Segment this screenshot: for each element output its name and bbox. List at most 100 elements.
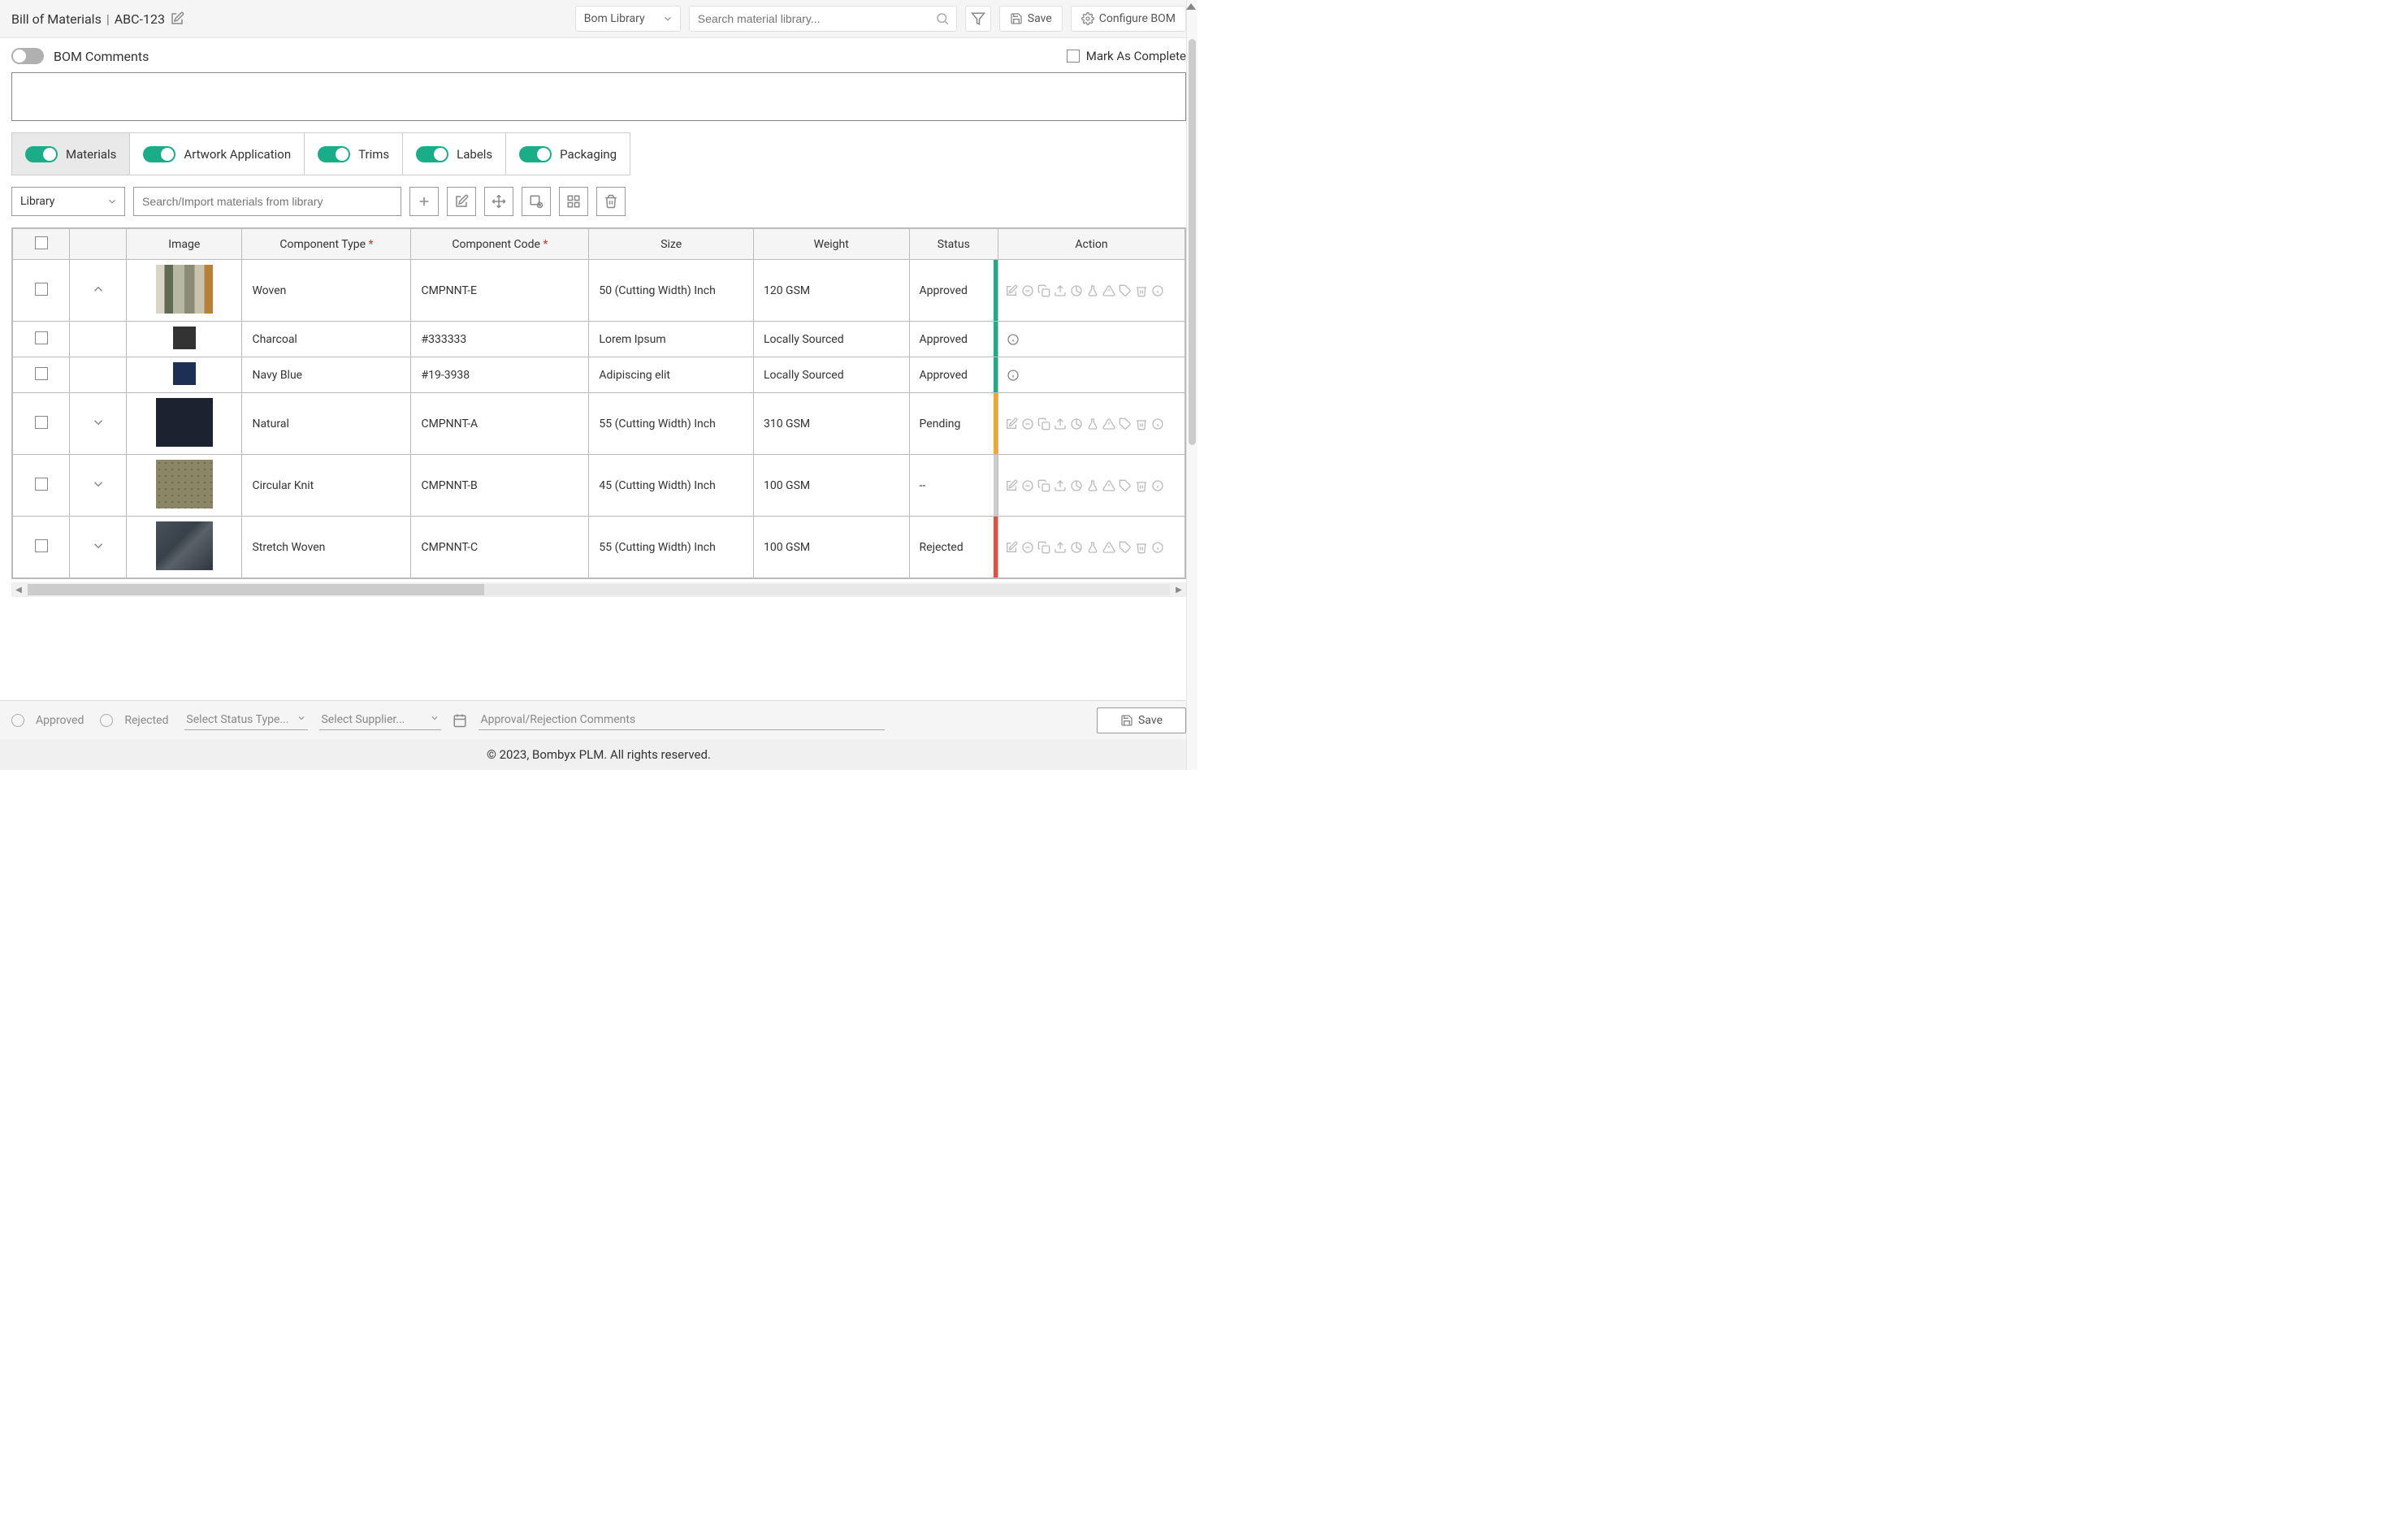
status-type-select[interactable]: Select Status Type... [184,710,308,730]
flask-icon[interactable] [1086,284,1099,297]
edit-row-button[interactable] [447,187,476,216]
edit-icon[interactable] [1005,541,1018,554]
chart-icon[interactable] [1070,541,1083,554]
tab-trims-toggle[interactable] [318,146,350,162]
edit-title-icon[interactable] [170,11,184,26]
tag-icon[interactable] [1119,479,1132,492]
copy-icon[interactable] [1037,417,1050,430]
warning-icon[interactable] [1102,541,1115,554]
flask-icon[interactable] [1086,417,1099,430]
upload-icon[interactable] [1054,479,1067,492]
info-icon[interactable] [1151,541,1164,554]
mark-complete-checkbox[interactable] [1067,50,1080,63]
info-icon[interactable] [1007,333,1185,346]
tab-artwork-application[interactable]: Artwork Application [130,133,305,175]
select-all-checkbox[interactable] [35,236,48,249]
info-icon[interactable] [1151,284,1164,297]
warning-icon[interactable] [1102,284,1115,297]
tab-materials-toggle[interactable] [25,146,58,162]
tag-icon[interactable] [1119,541,1132,554]
row-checkbox[interactable] [35,478,48,491]
tab-labels[interactable]: Labels [403,133,506,175]
remove-icon[interactable] [1021,284,1034,297]
material-thumbnail [156,521,213,570]
delete-button[interactable] [596,187,626,216]
remove-icon[interactable] [1021,479,1034,492]
grid-view-button[interactable] [559,187,588,216]
trash-icon[interactable] [1135,284,1148,297]
copy-icon[interactable] [1037,541,1050,554]
upload-icon[interactable] [1054,417,1067,430]
tab-trims[interactable]: Trims [305,133,403,175]
info-icon[interactable] [1151,479,1164,492]
row-checkbox[interactable] [35,331,48,344]
warning-icon[interactable] [1102,479,1115,492]
chart-icon[interactable] [1070,479,1083,492]
tab-artwork-toggle[interactable] [143,146,175,162]
collapse-row-icon[interactable] [91,282,106,296]
tab-materials[interactable]: Materials [12,133,130,175]
library-search[interactable] [133,187,401,216]
info-icon[interactable] [1151,417,1164,430]
trash-icon[interactable] [1135,479,1148,492]
chart-icon[interactable] [1070,417,1083,430]
configure-bom-button[interactable]: Configure BOM [1071,6,1186,32]
row-checkbox[interactable] [35,416,48,429]
horizontal-scrollbar[interactable]: ◀ ▶ [11,582,1186,597]
column-header-size: Size [660,238,682,251]
save-button[interactable]: Save [999,6,1063,32]
remove-icon[interactable] [1021,417,1034,430]
trash-icon[interactable] [1135,541,1148,554]
supplier-select[interactable]: Select Supplier... [319,710,441,730]
upload-icon[interactable] [1054,284,1067,297]
library-dropdown[interactable]: Library [11,187,125,216]
bom-comments-textarea[interactable] [11,72,1186,121]
upload-icon[interactable] [1054,541,1067,554]
global-search-input[interactable] [698,12,929,25]
tag-icon[interactable] [1119,284,1132,297]
expand-row-icon[interactable] [91,539,106,553]
filter-button[interactable] [965,6,991,32]
tab-packaging-toggle[interactable] [519,146,552,162]
trash-icon[interactable] [1135,417,1148,430]
tab-packaging[interactable]: Packaging [506,133,630,175]
scroll-left-icon[interactable]: ◀ [11,582,26,597]
edit-icon[interactable] [1005,417,1018,430]
copy-icon[interactable] [1037,284,1050,297]
column-header-image: Image [168,238,200,251]
add-section-button[interactable] [522,187,551,216]
bom-comments-toggle[interactable] [11,48,44,64]
tag-icon[interactable] [1119,417,1132,430]
approval-save-label: Save [1138,714,1163,727]
row-checkbox[interactable] [35,283,48,296]
flask-icon[interactable] [1086,541,1099,554]
status-value: Rejected [920,541,964,554]
move-button[interactable] [484,187,513,216]
add-row-button[interactable] [409,187,439,216]
library-search-input[interactable] [142,195,392,208]
chart-icon[interactable] [1070,284,1083,297]
edit-icon[interactable] [1005,284,1018,297]
mark-as-complete[interactable]: Mark As Complete [1067,49,1186,63]
edit-icon[interactable] [1005,479,1018,492]
approval-save-button[interactable]: Save [1097,707,1186,733]
warning-icon[interactable] [1102,417,1115,430]
approved-radio[interactable] [11,714,24,727]
expand-row-icon[interactable] [91,477,106,491]
scroll-right-icon[interactable]: ▶ [1172,582,1186,597]
calendar-icon[interactable] [453,713,467,728]
vertical-scrollbar[interactable] [1186,0,1198,770]
rejected-radio[interactable] [100,714,113,727]
collapse-panel-icon[interactable] [1186,3,1196,10]
info-icon[interactable] [1007,369,1185,382]
global-search[interactable] [689,6,957,32]
copy-icon[interactable] [1037,479,1050,492]
remove-icon[interactable] [1021,541,1034,554]
row-checkbox[interactable] [35,539,48,552]
expand-row-icon[interactable] [91,415,106,430]
approval-comments-input[interactable]: Approval/Rejection Comments [479,710,885,730]
row-checkbox[interactable] [35,367,48,380]
bom-library-select[interactable]: Bom Library [575,6,681,32]
flask-icon[interactable] [1086,479,1099,492]
tab-labels-toggle[interactable] [416,146,448,162]
